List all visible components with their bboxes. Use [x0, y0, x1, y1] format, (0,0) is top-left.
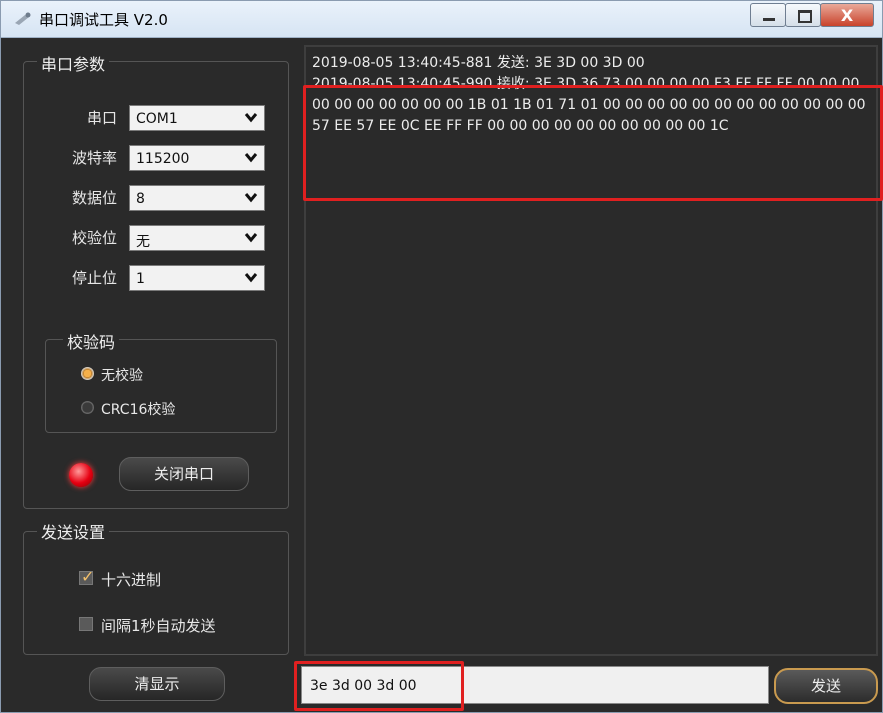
crc16-label: CRC16校验 [101, 402, 176, 418]
port-value: COM1 [136, 111, 178, 127]
checkmark-icon: ✓ [81, 567, 95, 586]
send-settings-group [23, 531, 289, 655]
left-panel: 串口参数 串口 COM1 波特率 115200 数据位 8 校验位 无 停止位 … [13, 45, 299, 707]
window-title: 串口调试工具 V2.0 [39, 11, 168, 29]
parity-select[interactable]: 无 [129, 225, 265, 251]
port-select[interactable]: COM1 [129, 105, 265, 131]
minimize-icon [763, 18, 775, 21]
auto-send-label: 间隔1秒自动发送 [101, 617, 216, 635]
hex-checkbox[interactable]: ✓ [79, 567, 94, 586]
checksum-legend: 校验码 [63, 329, 120, 353]
port-status-led [69, 463, 93, 487]
minimize-button[interactable] [750, 3, 786, 27]
parity-label: 校验位 [71, 229, 117, 247]
chevron-down-icon [244, 153, 258, 163]
log-entry-send: 2019-08-05 13:40:45-881 发送: 3E 3D 00 3D … [312, 55, 645, 71]
parity-value: 无 [136, 234, 150, 250]
window-controls: X [750, 3, 874, 29]
auto-send-checkbox[interactable] [79, 617, 93, 631]
chevron-down-icon [244, 233, 258, 243]
no-check-label: 无校验 [101, 368, 143, 384]
port-label: 串口 [86, 109, 117, 127]
chevron-down-icon [244, 113, 258, 123]
maximize-icon [798, 10, 812, 23]
clear-display-button[interactable]: 清显示 [89, 667, 225, 701]
app-window: 串口调试工具 V2.0 X 串口参数 串口 COM1 波特率 115200 数据… [0, 0, 883, 713]
stopbits-select[interactable]: 1 [129, 265, 265, 291]
crc16-radio[interactable] [81, 401, 94, 414]
send-button[interactable]: 发送 [774, 668, 878, 704]
databits-select[interactable]: 8 [129, 185, 265, 211]
no-check-radio[interactable] [81, 367, 94, 380]
baud-label: 波特率 [71, 149, 117, 167]
databits-value: 8 [136, 191, 145, 207]
serial-params-legend: 串口参数 [37, 51, 110, 75]
log-entry-receive: 2019-08-05 13:40:45-990 接收: 3E 3D 36 73 … [312, 76, 866, 134]
send-input-box[interactable] [301, 666, 769, 704]
databits-label: 数据位 [71, 189, 117, 207]
maximize-button[interactable] [785, 3, 821, 27]
log-text: 2019-08-05 13:40:45-881 发送: 3E 3D 00 3D … [312, 53, 872, 137]
send-settings-legend: 发送设置 [37, 519, 110, 543]
close-icon: X [840, 6, 854, 25]
chevron-down-icon [244, 273, 258, 283]
chevron-down-icon [244, 193, 258, 203]
close-port-button[interactable]: 关闭串口 [119, 457, 249, 491]
stopbits-value: 1 [136, 271, 145, 287]
title-bar[interactable]: 串口调试工具 V2.0 X [1, 1, 882, 38]
log-panel[interactable]: 2019-08-05 13:40:45-881 发送: 3E 3D 00 3D … [304, 45, 878, 656]
baud-value: 115200 [136, 151, 190, 167]
stopbits-label: 停止位 [71, 269, 117, 287]
app-icon [15, 12, 31, 25]
hex-label: 十六进制 [101, 571, 162, 589]
baud-select[interactable]: 115200 [129, 145, 265, 171]
close-button[interactable]: X [820, 3, 874, 27]
send-input[interactable] [310, 675, 750, 697]
